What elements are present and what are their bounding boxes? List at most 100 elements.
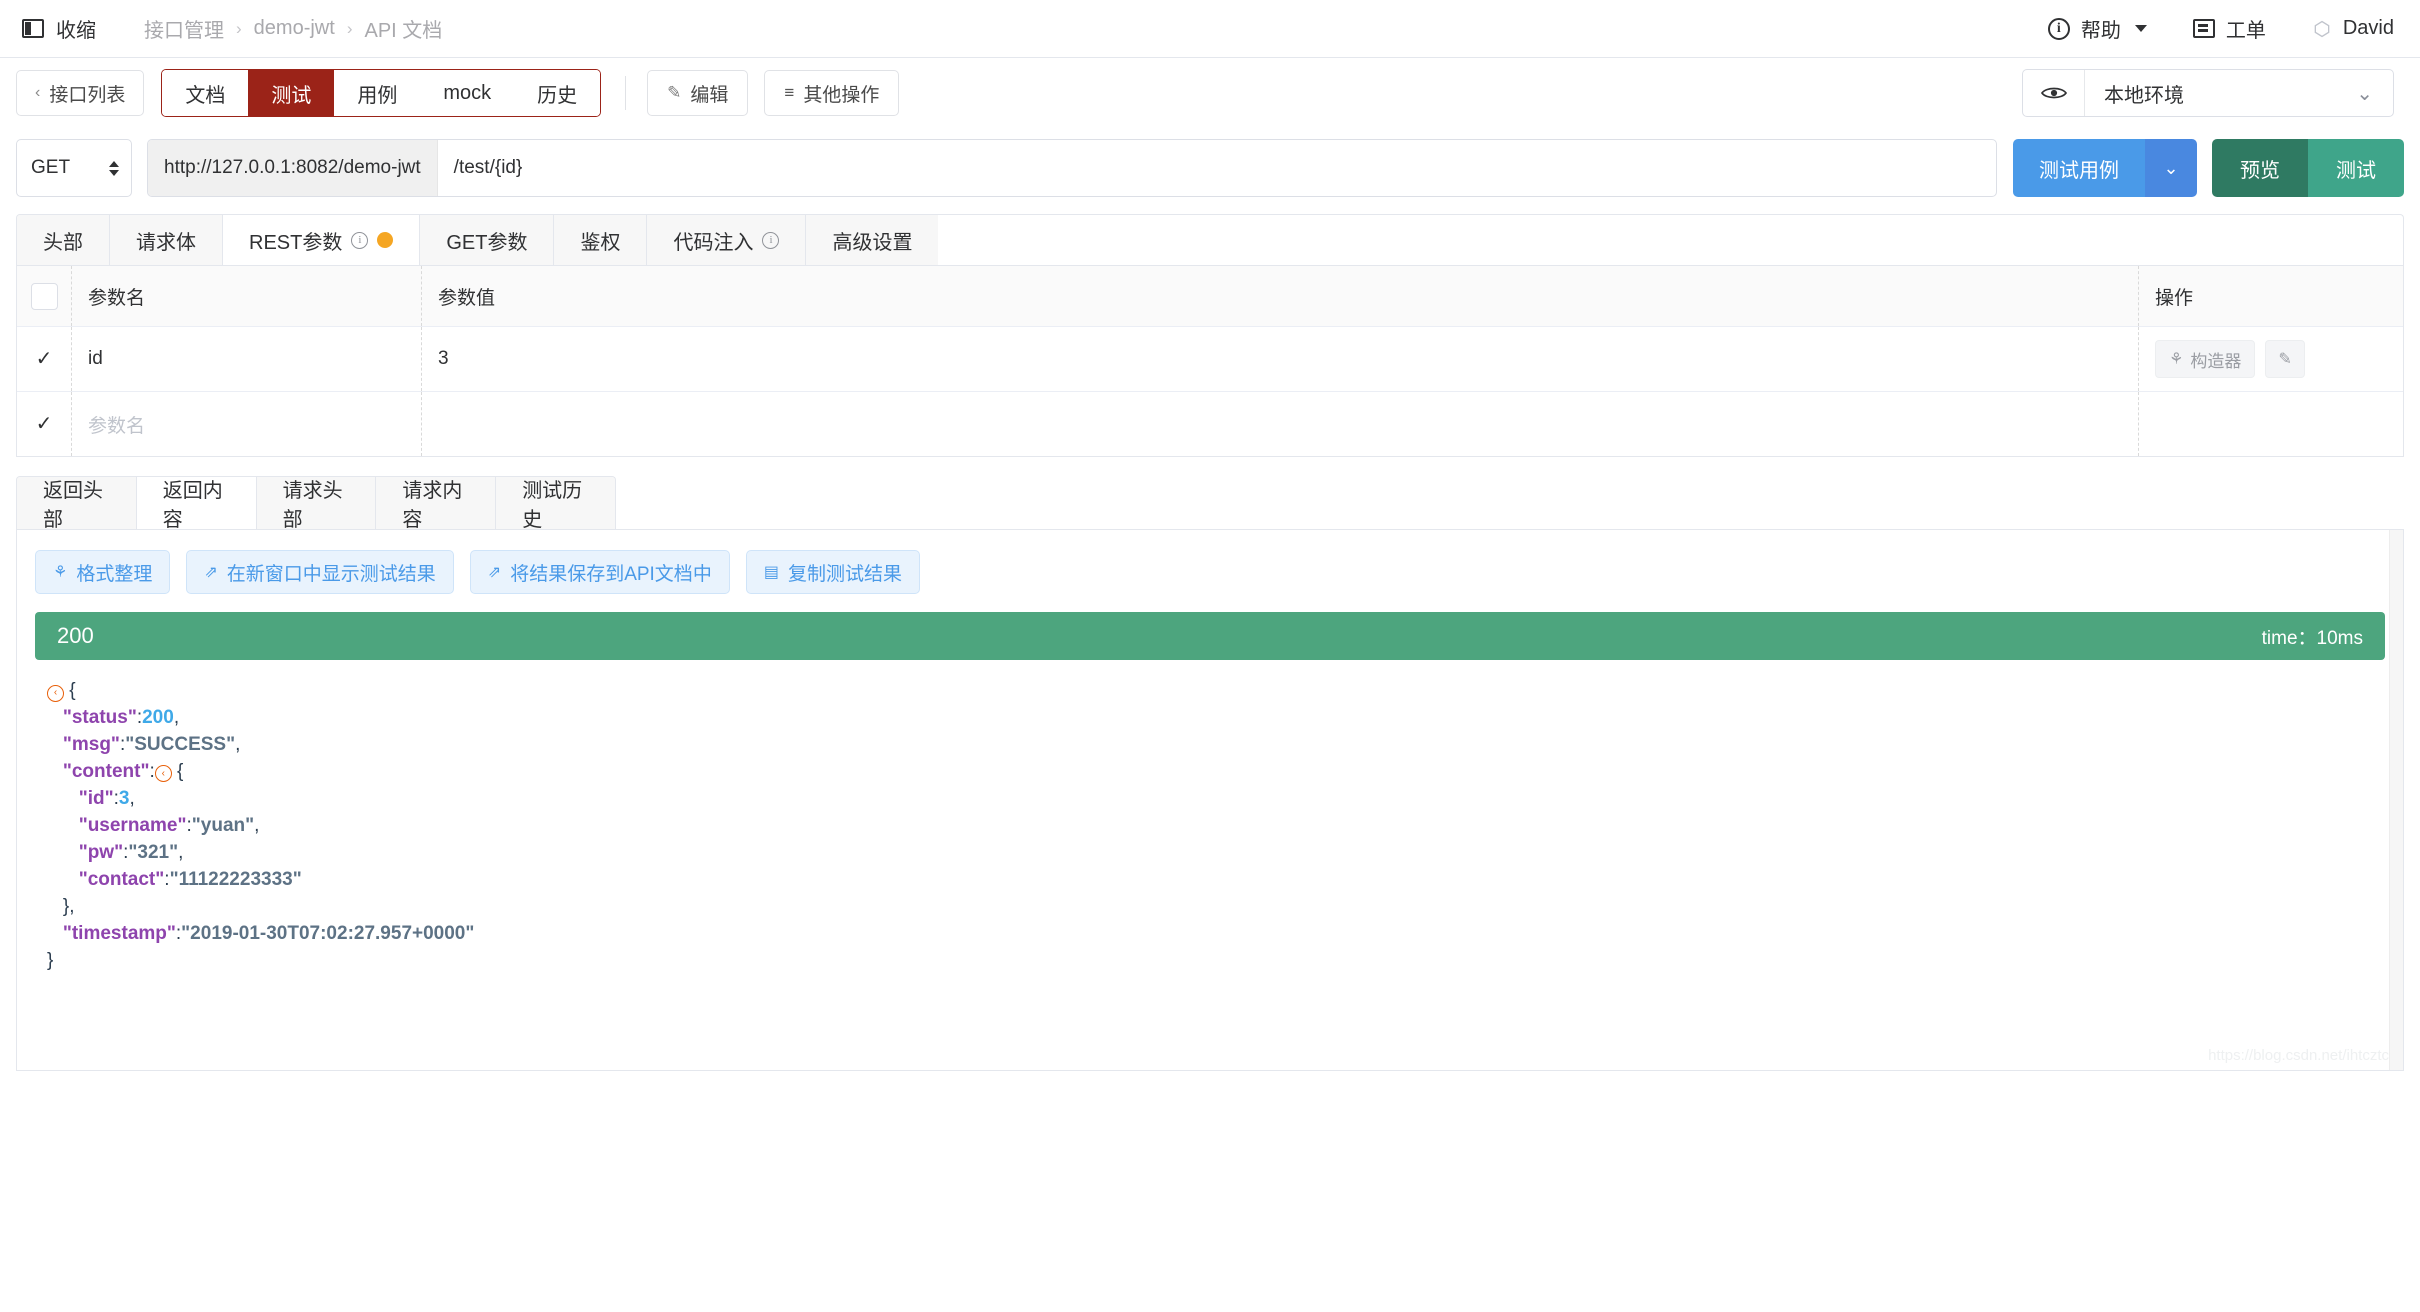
- external-link-icon: ⇗: [488, 562, 501, 582]
- row-select-cell: ✓: [17, 392, 71, 456]
- param-tab-headers[interactable]: 头部: [17, 215, 110, 265]
- more-actions-button[interactable]: ≡ 其他操作: [764, 70, 899, 116]
- test-case-dropdown-button[interactable]: ⌄: [2145, 139, 2197, 197]
- param-tab-advanced[interactable]: 高级设置: [806, 215, 938, 265]
- info-circle-icon[interactable]: i: [762, 232, 779, 249]
- column-header-value-label: 参数值: [438, 283, 495, 310]
- collapse-label: 收缩: [56, 14, 96, 43]
- json-line: }: [47, 948, 2385, 975]
- help-button[interactable]: i 帮助: [2048, 14, 2147, 43]
- url-input[interactable]: http://127.0.0.1:8082/demo-jwt /test/{id…: [147, 139, 1997, 197]
- json-key: "contact": [79, 869, 165, 890]
- tab-doc[interactable]: 文档: [162, 70, 248, 116]
- back-to-list-label: 接口列表: [49, 80, 125, 107]
- breadcrumb-item-1[interactable]: 接口管理: [144, 14, 224, 43]
- check-icon: ✓: [36, 349, 53, 369]
- json-line: ‹ {: [47, 678, 2385, 705]
- column-header-operation: 操作: [2138, 266, 2403, 326]
- send-test-label: 测试: [2336, 154, 2376, 183]
- param-name-value: id: [88, 348, 103, 370]
- url-path-value[interactable]: /test/{id}: [438, 140, 1996, 196]
- vertical-scrollbar[interactable]: [2389, 530, 2403, 1070]
- json-key: "status": [63, 707, 137, 728]
- param-name-cell[interactable]: id: [71, 327, 421, 391]
- watermark: https://blog.csdn.net/ihtcztc: [2208, 1047, 2389, 1064]
- test-case-button-group[interactable]: 测试用例 ⌄: [2013, 139, 2197, 197]
- format-button[interactable]: ⚘ 格式整理: [35, 550, 170, 594]
- tab-case[interactable]: 用例: [334, 70, 420, 116]
- tab-case-label: 用例: [357, 79, 397, 108]
- select-all-checkbox[interactable]: [31, 283, 58, 310]
- user-menu[interactable]: David: [2312, 17, 2394, 40]
- param-tab-rest-label: REST参数: [249, 226, 342, 255]
- ticket-button[interactable]: 工单: [2193, 14, 2266, 43]
- json-line: "id":3,: [47, 786, 2385, 813]
- column-header-name-label: 参数名: [88, 283, 145, 310]
- http-method-select[interactable]: GET: [16, 139, 132, 197]
- column-header-name: 参数名: [71, 266, 421, 326]
- param-tab-code-inject[interactable]: 代码注入 i: [647, 215, 806, 265]
- preview-button[interactable]: 预览: [2212, 139, 2308, 197]
- param-tab-body[interactable]: 请求体: [110, 215, 223, 265]
- modified-dot-badge: [377, 232, 393, 248]
- environment-value: 本地环境: [2085, 79, 2356, 108]
- param-name-cell[interactable]: 参数名: [71, 392, 421, 456]
- environment-select[interactable]: 本地环境 ⌄: [2022, 69, 2394, 117]
- collapse-toggle-icon[interactable]: ‹: [155, 765, 172, 782]
- external-link-icon: ⇗: [204, 562, 217, 582]
- param-tab-auth[interactable]: 鉴权: [554, 215, 647, 265]
- resp-tab-response-body[interactable]: 返回内容: [137, 477, 257, 529]
- test-case-button[interactable]: 测试用例: [2013, 139, 2145, 197]
- json-string: "11122223333": [170, 869, 302, 890]
- send-test-button[interactable]: 测试: [2308, 139, 2404, 197]
- copy-icon: ▤: [764, 562, 779, 582]
- preview-label: 预览: [2240, 154, 2280, 183]
- param-tab-get[interactable]: GET参数: [420, 215, 554, 265]
- toolbar-divider: [625, 76, 626, 110]
- json-key: "pw": [79, 842, 123, 863]
- open-in-new-window-button[interactable]: ⇗ 在新窗口中显示测试结果: [186, 550, 453, 594]
- table-row: ✓ id 3 ⚘ 构造器 ✎: [17, 327, 2403, 392]
- json-key: "content": [63, 761, 150, 782]
- status-badge: 200 time：10ms: [35, 612, 2385, 660]
- param-tab-get-label: GET参数: [446, 226, 527, 255]
- check-icon: ✓: [36, 414, 53, 434]
- chevron-down-icon: ⌄: [2163, 158, 2178, 179]
- resp-tab-request-headers-label: 请求头部: [283, 476, 350, 529]
- tab-mock[interactable]: mock: [420, 70, 514, 116]
- param-value-cell[interactable]: 3: [421, 327, 2138, 391]
- json-key: "timestamp": [63, 923, 176, 944]
- back-to-list-button[interactable]: ‹ 接口列表: [16, 70, 144, 116]
- sidebar-collapse-button[interactable]: 收缩: [22, 14, 96, 43]
- breadcrumb-item-2[interactable]: demo-jwt: [254, 17, 335, 40]
- json-string: "321": [128, 842, 178, 863]
- tab-test[interactable]: 测试: [248, 70, 334, 116]
- info-circle-icon[interactable]: i: [351, 232, 368, 249]
- resp-tab-response-headers-label: 返回头部: [43, 476, 110, 529]
- http-method-value: GET: [31, 157, 70, 179]
- row-checkbox[interactable]: ✓: [31, 411, 58, 438]
- param-value-cell[interactable]: [421, 392, 2138, 456]
- tab-history[interactable]: 历史: [514, 70, 600, 116]
- resp-tab-test-history[interactable]: 测试历史: [496, 477, 615, 529]
- json-line: "contact":"11122223333": [47, 867, 2385, 894]
- collapse-toggle-icon[interactable]: ‹: [47, 685, 64, 702]
- builder-button[interactable]: ⚘ 构造器: [2155, 340, 2255, 378]
- json-string: "yuan": [192, 815, 254, 836]
- param-tab-rest[interactable]: REST参数 i: [223, 215, 420, 265]
- delete-row-button[interactable]: ✎: [2265, 340, 2304, 378]
- wand-icon: ⚘: [53, 562, 67, 582]
- user-name: David: [2343, 17, 2394, 40]
- tab-test-label: 测试: [271, 79, 311, 108]
- edit-button[interactable]: ✎ 编辑: [647, 70, 748, 116]
- copy-result-label: 复制测试结果: [788, 559, 902, 586]
- row-checkbox[interactable]: ✓: [31, 346, 58, 373]
- header-actions: i 帮助 工单 David: [2048, 14, 2394, 43]
- param-actions-cell: ⚘ 构造器 ✎: [2138, 327, 2403, 391]
- hamburger-icon: ≡: [784, 83, 794, 103]
- save-to-doc-button[interactable]: ⇗ 将结果保存到API文档中: [470, 550, 730, 594]
- resp-tab-response-headers[interactable]: 返回头部: [17, 477, 137, 529]
- resp-tab-request-headers[interactable]: 请求头部: [257, 477, 377, 529]
- copy-result-button[interactable]: ▤ 复制测试结果: [746, 550, 920, 594]
- resp-tab-request-body[interactable]: 请求内容: [376, 477, 496, 529]
